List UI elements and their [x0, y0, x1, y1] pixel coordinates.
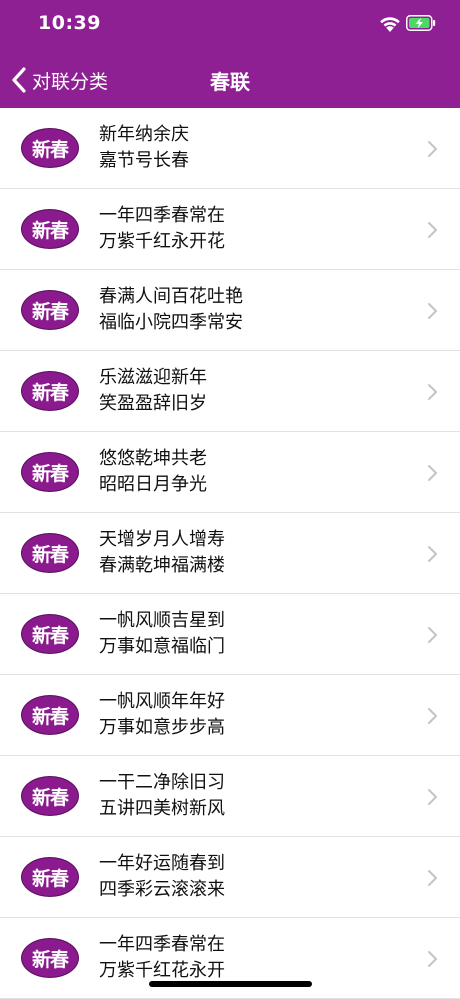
chevron-right-icon: [428, 951, 437, 967]
spring-badge-icon: 新春: [21, 857, 79, 897]
badge-label: 新春: [31, 705, 69, 728]
list-item[interactable]: 新春 一年好运随春到 四季彩云滚滚来: [0, 837, 460, 918]
couplet-line-1: 乐滋滋迎新年: [99, 367, 207, 388]
badge-label: 新春: [31, 462, 69, 485]
couplet-line-1: 天增岁月人增寿: [99, 529, 225, 550]
spring-badge-icon: 新春: [21, 209, 79, 249]
couplet-line-1: 一年好运随春到: [99, 853, 225, 874]
couplet-line-2: 笑盈盈辞旧岁: [99, 393, 207, 414]
navigation-bar: 对联分类 春联: [0, 52, 460, 108]
couplet-line-1: 一年四季春常在: [99, 205, 225, 226]
list-item[interactable]: 新春 一干二净除旧习 五讲四美树新风: [0, 756, 460, 837]
status-time: 10:39: [38, 12, 101, 34]
spring-badge-icon: 新春: [21, 776, 79, 816]
couplet-line-2: 万紫千红永开花: [99, 231, 225, 252]
couplet-line-2: 嘉节号长春: [99, 150, 189, 171]
wifi-icon: [380, 17, 400, 32]
list-item[interactable]: 新春 春满人间百花吐艳 福临小院四季常安: [0, 270, 460, 351]
chevron-right-icon: [428, 789, 437, 805]
chevron-right-icon: [428, 627, 437, 643]
badge-label: 新春: [31, 624, 69, 647]
couplet-line-1: 新年纳余庆: [99, 124, 189, 145]
couplet-text: 悠悠乾坤共老 昭昭日月争光: [99, 446, 207, 498]
chevron-right-icon: [428, 546, 437, 562]
couplet-line-2: 昭昭日月争光: [99, 474, 207, 495]
couplet-text: 一年四季春常在 万紫千红花永开: [99, 932, 225, 984]
spring-badge-icon: 新春: [21, 290, 79, 330]
app-header: 10:39 对联分类 春联: [0, 0, 460, 108]
chevron-right-icon: [428, 708, 437, 724]
chevron-right-icon: [428, 465, 437, 481]
spring-badge-icon: 新春: [21, 533, 79, 573]
couplet-text: 一年好运随春到 四季彩云滚滚来: [99, 851, 225, 903]
list-item[interactable]: 新春 悠悠乾坤共老 昭昭日月争光: [0, 432, 460, 513]
badge-label: 新春: [31, 381, 69, 404]
badge-label: 新春: [31, 543, 69, 566]
status-bar: 10:39: [0, 0, 460, 50]
spring-badge-icon: 新春: [21, 938, 79, 978]
couplet-line-2: 万事如意步步高: [99, 717, 225, 738]
spring-badge-icon: 新春: [21, 128, 79, 168]
list-item[interactable]: 新春 新年纳余庆 嘉节号长春: [0, 108, 460, 189]
couplet-text: 天增岁月人增寿 春满乾坤福满楼: [99, 527, 225, 579]
home-indicator[interactable]: [149, 981, 312, 987]
couplet-line-1: 悠悠乾坤共老: [99, 448, 207, 469]
chevron-right-icon: [428, 384, 437, 400]
badge-label: 新春: [31, 219, 69, 242]
couplet-line-1: 一年四季春常在: [99, 934, 225, 955]
couplet-text: 一帆风顺年年好 万事如意步步高: [99, 689, 225, 741]
couplet-list: 新春 新年纳余庆 嘉节号长春 新春 一年四季春常在 万紫千红永开花 新春 春满人…: [0, 108, 460, 999]
couplet-line-2: 五讲四美树新风: [99, 798, 225, 819]
couplet-line-2: 四季彩云滚滚来: [99, 879, 225, 900]
couplet-line-1: 春满人间百花吐艳: [99, 286, 243, 307]
badge-label: 新春: [31, 300, 69, 323]
badge-label: 新春: [31, 786, 69, 809]
list-item[interactable]: 新春 一年四季春常在 万紫千红永开花: [0, 189, 460, 270]
couplet-line-2: 春满乾坤福满楼: [99, 555, 225, 576]
couplet-line-2: 万事如意福临门: [99, 636, 225, 657]
spring-badge-icon: 新春: [21, 614, 79, 654]
badge-label: 新春: [31, 867, 69, 890]
chevron-right-icon: [428, 141, 437, 157]
list-item[interactable]: 新春 一帆风顺吉星到 万事如意福临门: [0, 594, 460, 675]
couplet-line-1: 一帆风顺吉星到: [99, 610, 225, 631]
couplet-text: 一干二净除旧习 五讲四美树新风: [99, 770, 225, 822]
spring-badge-icon: 新春: [21, 452, 79, 492]
couplet-line-1: 一干二净除旧习: [99, 772, 225, 793]
list-item[interactable]: 新春 乐滋滋迎新年 笑盈盈辞旧岁: [0, 351, 460, 432]
couplet-text: 一帆风顺吉星到 万事如意福临门: [99, 608, 225, 660]
badge-label: 新春: [31, 138, 69, 161]
page-title: 春联: [210, 70, 250, 94]
chevron-right-icon: [428, 222, 437, 238]
chevron-right-icon: [428, 870, 437, 886]
couplet-text: 乐滋滋迎新年 笑盈盈辞旧岁: [99, 365, 207, 417]
couplet-text: 春满人间百花吐艳 福临小院四季常安: [99, 284, 243, 336]
list-item[interactable]: 新春 天增岁月人增寿 春满乾坤福满楼: [0, 513, 460, 594]
battery-charging-icon: [406, 15, 436, 31]
couplet-text: 一年四季春常在 万紫千红永开花: [99, 203, 225, 255]
spring-badge-icon: 新春: [21, 371, 79, 411]
spring-badge-icon: 新春: [21, 695, 79, 735]
list-item[interactable]: 新春 一帆风顺年年好 万事如意步步高: [0, 675, 460, 756]
couplet-line-2: 福临小院四季常安: [99, 312, 243, 333]
chevron-right-icon: [428, 303, 437, 319]
couplet-text: 新年纳余庆 嘉节号长春: [99, 122, 189, 174]
badge-label: 新春: [31, 948, 69, 971]
couplet-line-1: 一帆风顺年年好: [99, 691, 225, 712]
